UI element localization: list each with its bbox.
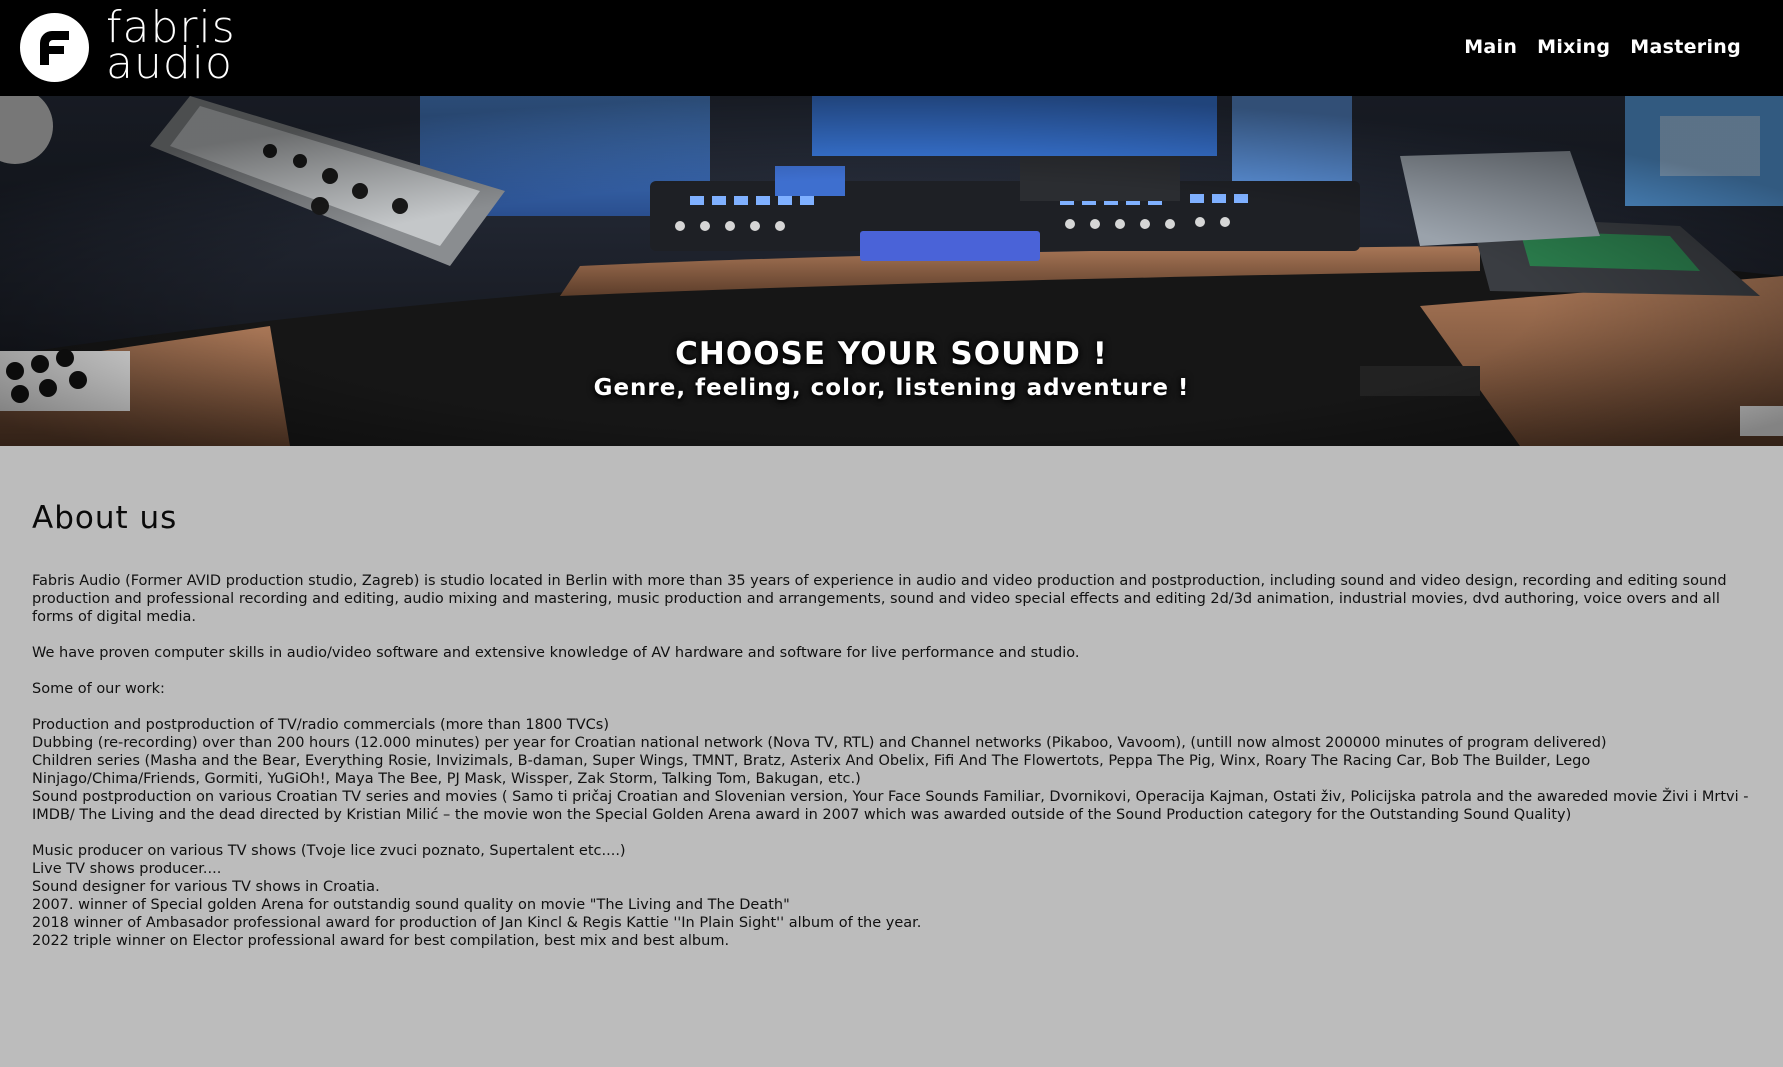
list-item: Production and postproduction of TV/radi… (32, 717, 609, 733)
list-item: Sound postproduction on various Croatian… (32, 789, 1749, 823)
about-skills: We have proven computer skills in audio/… (32, 645, 1080, 661)
hero-banner: CHOOSE YOUR SOUND ! Genre, feeling, colo… (0, 96, 1783, 446)
work-heading: Some of our work: (32, 681, 165, 697)
about-intro: Fabris Audio (Former AVID production stu… (32, 573, 1727, 625)
list-item: Live TV shows producer.... (32, 861, 222, 877)
list-item: Dubbing (re-recording) over than 200 hou… (32, 735, 1607, 751)
nav-link-main[interactable]: Main (1464, 36, 1517, 58)
list-item: 2007. winner of Special golden Arena for… (32, 897, 790, 913)
hero-subtitle: Genre, feeling, color, listening adventu… (593, 375, 1190, 401)
fabris-f-logo-icon[interactable] (20, 13, 89, 82)
list-item: Music producer on various TV shows (Tvoj… (32, 843, 626, 859)
main-nav: Main Mixing Mastering (1464, 36, 1741, 58)
nav-link-mastering[interactable]: Mastering (1630, 36, 1741, 58)
list-item: 2018 winner of Ambasador professional aw… (32, 915, 922, 931)
logo-wordmark[interactable]: fabris audio (106, 6, 236, 89)
site-header: fabris audio Main Mixing Mastering (0, 0, 1783, 96)
about-section: About us Fabris Audio (Former AVID produ… (32, 500, 1752, 950)
hero-title: CHOOSE YOUR SOUND ! (675, 336, 1108, 372)
about-heading: About us (32, 500, 178, 536)
nav-link-mixing[interactable]: Mixing (1537, 36, 1610, 58)
logo-line-2: audio (106, 38, 233, 89)
list-item: Children series (Masha and the Bear, Eve… (32, 753, 1591, 787)
list-item: 2022 triple winner on Elector profession… (32, 933, 730, 949)
list-item: Sound designer for various TV shows in C… (32, 879, 380, 895)
